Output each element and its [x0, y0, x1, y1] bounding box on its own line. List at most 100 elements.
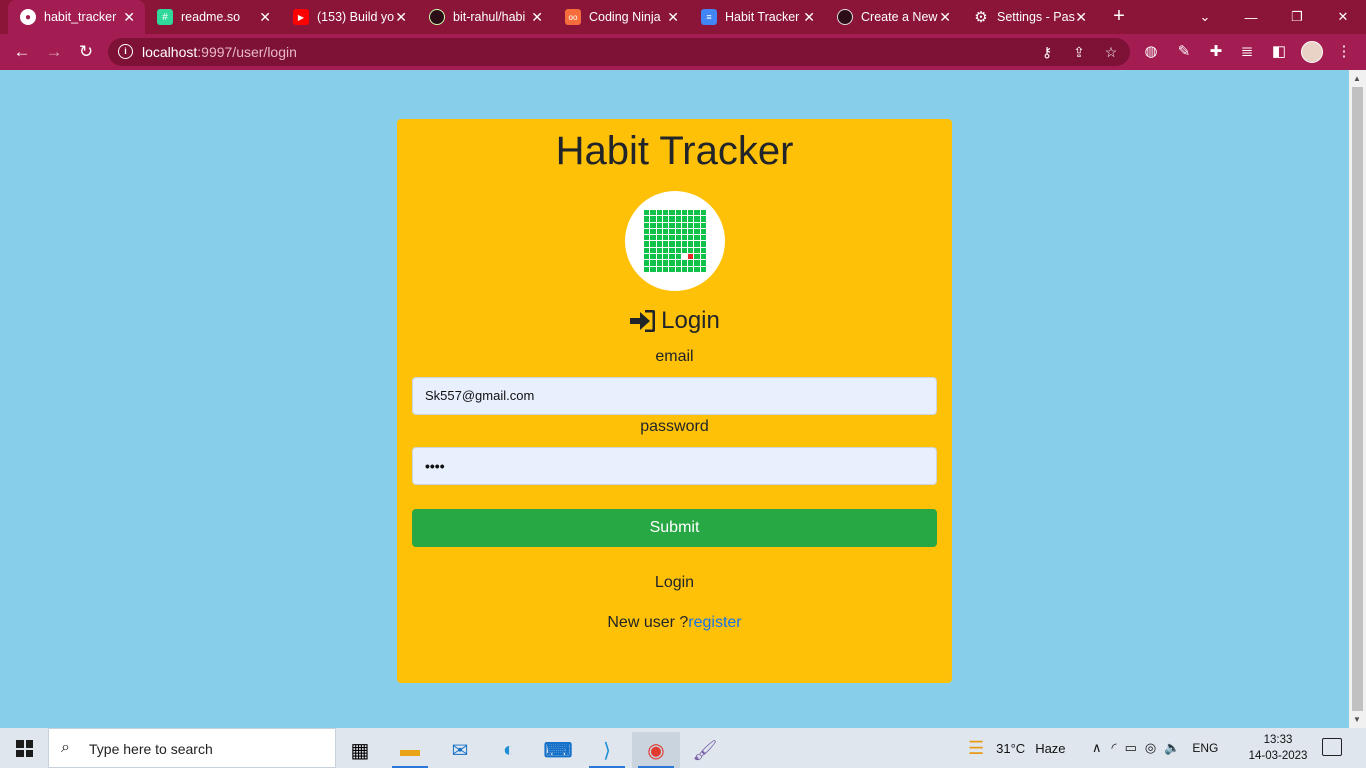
grid-cell — [650, 241, 656, 247]
grid-cell — [694, 235, 700, 241]
weather-widget[interactable]: ☰ 31°C Haze — [968, 728, 1066, 768]
bookmark-star-icon[interactable]: ☆ — [1102, 43, 1120, 61]
grid-cell — [694, 260, 700, 266]
site-info-icon[interactable]: i — [118, 44, 133, 59]
media-playlist-icon[interactable]: ≣ — [1237, 42, 1257, 62]
close-tab-icon[interactable]: ✕ — [123, 9, 135, 25]
page-scrollbar[interactable]: ▲ ▼ — [1349, 70, 1366, 728]
tab-github-repo[interactable]: bit-rahul/habi ✕ — [417, 0, 553, 34]
github-icon — [429, 9, 445, 25]
menu-kebab-icon[interactable]: ⋮ — [1334, 42, 1354, 62]
chrome-icon[interactable]: ◉ — [632, 732, 680, 768]
meet-now-icon[interactable]: ◎ — [1145, 740, 1156, 756]
taskbar: ⌕ Type here to search ▦ ▬ ✉ ◐ ⌨ ⟩ ◉ 🖌 ☰ … — [0, 728, 1366, 768]
tab-habit-tracker-local[interactable]: ● habit_tracker ✕ — [8, 0, 145, 34]
scroll-down-arrow-icon[interactable]: ▼ — [1353, 715, 1361, 724]
tab-search-chevron-icon[interactable]: ⌄ — [1182, 0, 1228, 34]
grid-cell — [700, 241, 706, 247]
grid-cell — [700, 228, 706, 235]
password-field[interactable]: •••• — [412, 447, 937, 485]
grid-cell — [688, 247, 694, 254]
grid-cell — [650, 266, 656, 272]
tab-github-new[interactable]: Create a New ✕ — [825, 0, 961, 34]
volume-icon[interactable]: 🔈 — [1164, 740, 1180, 756]
file-explorer-icon[interactable]: ▬ — [386, 732, 434, 768]
sign-in-icon — [630, 310, 656, 332]
email-field[interactable]: Sk557@gmail.com — [412, 377, 937, 415]
url-text[interactable]: localhost:9997/user/login — [142, 44, 297, 60]
minimize-button[interactable]: — — [1228, 0, 1274, 34]
key-icon[interactable]: ⚷ — [1038, 43, 1056, 61]
docs-icon: ≡ — [701, 9, 717, 25]
grid-cell — [675, 241, 681, 247]
register-prompt: New user ?register — [397, 614, 952, 632]
mail-icon[interactable]: ✉ — [436, 732, 484, 768]
language-indicator[interactable]: ENG — [1192, 741, 1218, 755]
scroll-up-arrow-icon[interactable]: ▲ — [1353, 74, 1361, 83]
forward-button[interactable]: → — [42, 40, 66, 64]
grid-cell — [700, 247, 706, 254]
new-tab-button[interactable]: + — [1109, 6, 1129, 26]
close-tab-icon[interactable]: ✕ — [1075, 9, 1087, 25]
grid-cell — [681, 247, 688, 254]
grid-cell — [662, 222, 669, 228]
tab-youtube[interactable]: ▶ (153) Build yo ✕ — [281, 0, 417, 34]
grid-cell — [656, 228, 662, 235]
share-icon[interactable]: ⇪ — [1070, 43, 1088, 61]
taskbar-search-box[interactable]: ⌕ Type here to search — [48, 728, 336, 768]
grid-cell — [650, 228, 656, 235]
tab-settings[interactable]: ⚙ Settings - Pas ✕ — [961, 0, 1097, 34]
grid-cell — [644, 216, 650, 222]
grid-cell — [656, 247, 662, 254]
task-view-icon[interactable]: ▦ — [336, 732, 384, 768]
paint-icon[interactable]: 🖌 — [681, 732, 729, 768]
pen-extension-icon[interactable]: ✎ — [1174, 42, 1194, 62]
restore-button[interactable]: ❐ — [1274, 0, 1320, 34]
submit-button[interactable]: Submit — [412, 509, 937, 547]
grid-cell — [681, 210, 688, 216]
close-tab-icon[interactable]: ✕ — [395, 9, 407, 25]
profile-avatar[interactable] — [1301, 41, 1323, 63]
close-tab-icon[interactable]: ✕ — [803, 9, 815, 25]
grid-cell — [694, 247, 700, 254]
scrollbar-thumb[interactable] — [1352, 87, 1363, 711]
close-tab-icon[interactable]: ✕ — [667, 9, 679, 25]
weather-temp: 31°C — [996, 740, 1026, 756]
grid-cell — [662, 260, 669, 266]
network-icon[interactable]: ◜ — [1112, 740, 1117, 756]
close-window-button[interactable]: ✕ — [1320, 0, 1366, 34]
address-bar[interactable]: i localhost:9997/user/login ⚷ ⇪ ☆ — [108, 38, 1130, 66]
notification-center-icon[interactable] — [1322, 738, 1342, 756]
grid-cell — [656, 266, 662, 272]
grid-cell — [688, 216, 694, 222]
edge-browser-icon[interactable]: ◐ — [485, 732, 533, 768]
back-button[interactable]: ← — [10, 40, 34, 64]
grid-cell — [644, 247, 650, 254]
tab-coding-ninjas[interactable]: oo Coding Ninja ✕ — [553, 0, 689, 34]
habit-grid-logo — [625, 191, 725, 291]
tab-readme[interactable]: # readme.so ✕ — [145, 0, 281, 34]
tab-google-docs[interactable]: ≡ Habit Tracker ✕ — [689, 0, 825, 34]
grid-cell — [656, 254, 662, 260]
windows-start-icon[interactable] — [16, 740, 33, 757]
close-tab-icon[interactable]: ✕ — [939, 9, 951, 25]
close-tab-icon[interactable]: ✕ — [259, 9, 271, 25]
grid-cell — [656, 235, 662, 241]
grid-cell — [688, 210, 694, 216]
extensions-puzzle-icon[interactable]: ✚ — [1206, 42, 1226, 62]
translate-extension-icon[interactable]: ◍ — [1141, 42, 1161, 62]
grid-cell — [662, 266, 669, 272]
vscode-icon[interactable]: ⟩ — [583, 732, 631, 768]
login-text: Login — [654, 574, 695, 591]
system-clock[interactable]: 13:33 14-03-2023 — [1248, 732, 1308, 764]
grid-cell — [669, 228, 675, 235]
side-panel-icon[interactable]: ◧ — [1269, 42, 1289, 62]
grid-cell — [662, 235, 669, 241]
close-tab-icon[interactable]: ✕ — [531, 9, 543, 25]
battery-icon[interactable]: ▭ — [1125, 740, 1137, 756]
show-hidden-icons-chevron-icon[interactable]: ∧ — [1092, 740, 1102, 756]
reload-button[interactable]: ↻ — [74, 40, 98, 64]
tab-title: Coding Ninja — [589, 10, 661, 24]
remote-app-icon[interactable]: ⌨ — [534, 732, 582, 768]
register-link[interactable]: register — [688, 614, 741, 631]
